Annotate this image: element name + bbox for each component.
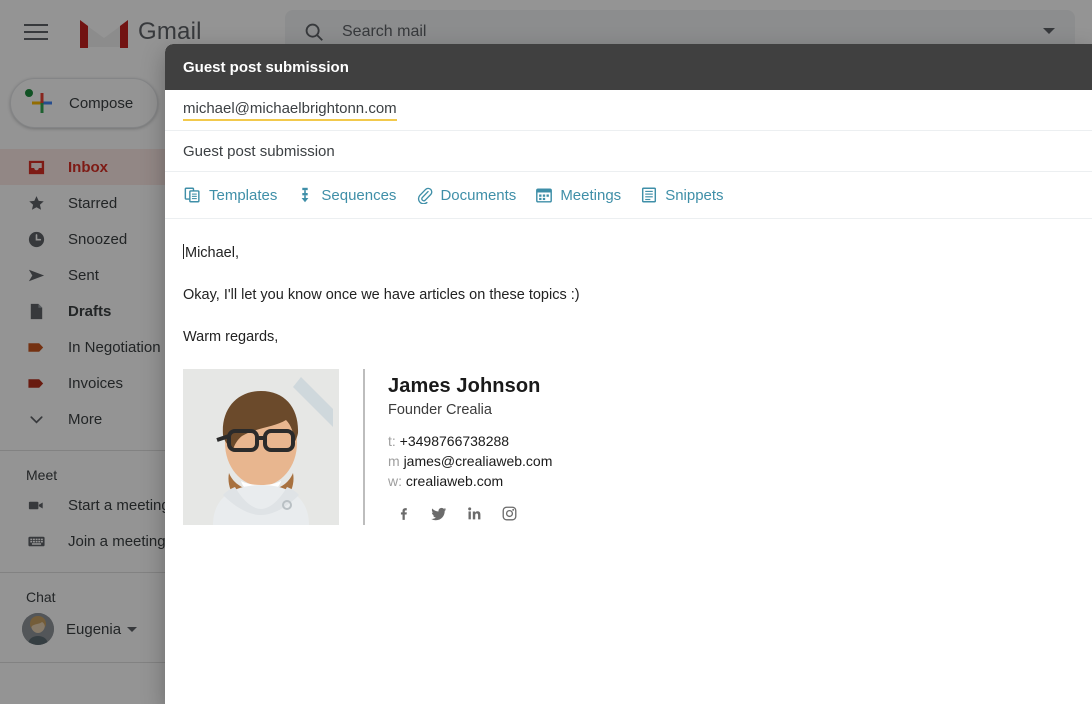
paperclip-icon <box>414 186 433 205</box>
toolbar-item-label: Templates <box>209 186 278 204</box>
signature-name: James Johnson <box>388 375 541 397</box>
signature-photo <box>183 369 339 525</box>
body-paragraph-greeting: Michael, <box>183 243 1074 264</box>
toolbar-item-meetings[interactable]: Meetings <box>534 186 621 205</box>
facebook-icon[interactable] <box>396 505 412 521</box>
toolbar-item-label: Snippets <box>665 186 724 204</box>
body-paragraph-message: Okay, I'll let you know once we have art… <box>183 287 580 303</box>
contact-prefix: w: <box>388 473 402 489</box>
subject-field-row[interactable]: Guest post submission <box>165 131 1092 172</box>
recipient-field-row[interactable]: michael@michaelbrightonn.com <box>165 90 1092 131</box>
screen: Gmail Search mail Compose Inbox Starred … <box>0 0 1092 704</box>
contact-value: +3498766738288 <box>399 433 510 449</box>
instagram-icon[interactable] <box>501 505 517 521</box>
toolbar-item-label: Documents <box>440 186 517 204</box>
contact-prefix: t: <box>388 433 396 449</box>
toolbar-item-label: Meetings <box>560 186 622 204</box>
signature-social-links <box>388 505 552 521</box>
subject-field-value[interactable]: Guest post submission <box>183 143 335 160</box>
sequences-arrow-icon <box>295 186 314 205</box>
compose-window: Guest post submission michael@michaelbri… <box>165 44 1092 704</box>
message-body[interactable]: Michael, Okay, I'll let you know once we… <box>165 219 1092 525</box>
signature-details: James Johnson Founder Crealia t: +349876… <box>365 369 552 525</box>
contact-value: crealiaweb.com <box>405 473 504 489</box>
body-text: Michael, <box>185 245 239 261</box>
toolbar-item-label: Sequences <box>321 186 397 204</box>
body-paragraph-signoff: Warm regards, <box>183 329 279 345</box>
signature-role: Founder Crealia <box>388 402 492 418</box>
signature-contact-email: m james@crealiaweb.com <box>388 451 552 471</box>
plugin-toolbar: Templates Sequences Documents Meetings S… <box>165 172 1092 219</box>
linkedin-icon[interactable] <box>466 505 482 521</box>
compose-window-header[interactable]: Guest post submission <box>165 44 1092 90</box>
contact-value: james@crealiaweb.com <box>403 453 553 469</box>
email-signature: James Johnson Founder Crealia t: +349876… <box>183 369 1074 525</box>
toolbar-item-templates[interactable]: Templates <box>183 186 277 205</box>
calendar-icon <box>534 186 553 205</box>
toolbar-item-sequences[interactable]: Sequences <box>295 186 396 205</box>
signature-contact-phone: t: +3498766738288 <box>388 431 552 451</box>
toolbar-item-snippets[interactable]: Snippets <box>639 186 724 205</box>
to-field-value[interactable]: michael@michaelbrightonn.com <box>183 100 397 121</box>
text-cursor <box>183 244 184 259</box>
signature-contact-website: w: crealiaweb.com <box>388 471 552 491</box>
snippet-note-icon <box>639 186 658 205</box>
contact-prefix: m <box>388 453 400 469</box>
compose-window-title: Guest post submission <box>183 58 349 76</box>
toolbar-item-documents[interactable]: Documents <box>414 186 516 205</box>
templates-copy-icon <box>183 186 202 205</box>
twitter-icon[interactable] <box>431 505 447 521</box>
signature-contacts: t: +3498766738288 m james@crealiaweb.com… <box>388 431 552 491</box>
